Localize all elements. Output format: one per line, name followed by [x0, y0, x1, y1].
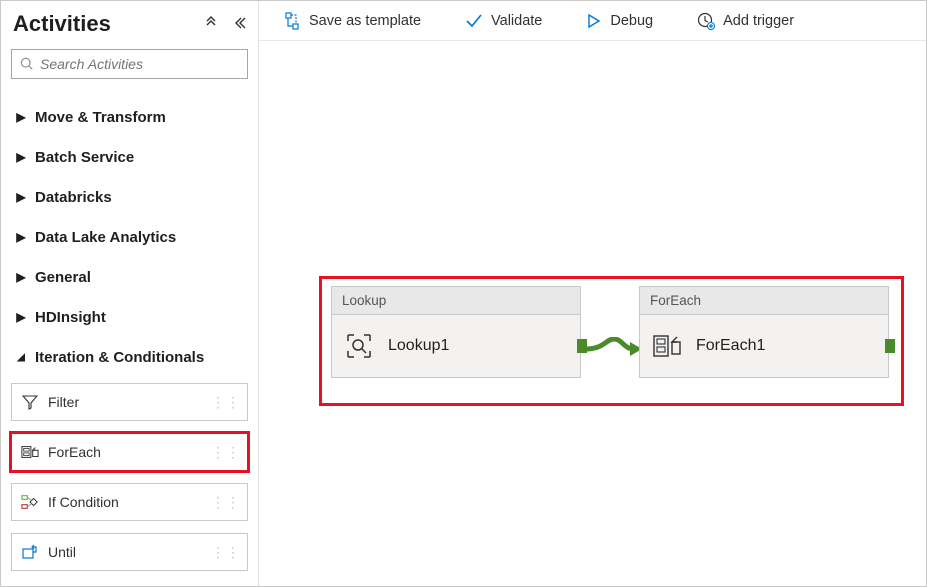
category-label: Data Lake Analytics — [35, 229, 176, 246]
drag-handle-icon: ⋮⋮ — [211, 494, 241, 511]
category-label: HDInsight — [35, 309, 106, 326]
drag-handle-icon: ⋮⋮ — [211, 444, 241, 461]
category-databricks[interactable]: ▶ Databricks — [11, 177, 248, 217]
main-area: Save as template Validate Debug Add trig… — [259, 1, 926, 586]
node-name: Lookup1 — [388, 337, 449, 355]
search-icon — [20, 57, 34, 71]
foreach-icon — [652, 333, 682, 359]
toolbar-label: Save as template — [309, 13, 421, 29]
caret-right-icon: ▶ — [11, 270, 31, 284]
toolbar-label: Debug — [610, 13, 653, 29]
category-move-transform[interactable]: ▶ Move & Transform — [11, 97, 248, 137]
lookup-icon — [344, 331, 374, 361]
category-iteration-conditionals[interactable]: ◢ Iteration & Conditionals — [11, 337, 248, 377]
node-foreach[interactable]: ForEach ForEach1 — [639, 286, 889, 378]
node-type-label: Lookup — [332, 287, 580, 315]
activity-filter[interactable]: Filter ⋮⋮ — [11, 383, 248, 421]
caret-right-icon: ▶ — [11, 150, 31, 164]
caret-down-icon: ◢ — [11, 352, 31, 363]
activity-until[interactable]: Until ⋮⋮ — [11, 533, 248, 571]
activity-label: Filter — [48, 394, 79, 410]
save-as-template-button[interactable]: Save as template — [283, 12, 421, 30]
filter-icon — [20, 394, 40, 410]
activity-label: ForEach — [48, 444, 101, 460]
check-icon — [465, 13, 483, 29]
activity-label: Until — [48, 544, 76, 560]
category-batch-service[interactable]: ▶ Batch Service — [11, 137, 248, 177]
debug-button[interactable]: Debug — [586, 13, 653, 29]
caret-right-icon: ▶ — [11, 190, 31, 204]
add-trigger-button[interactable]: Add trigger — [697, 12, 794, 30]
if-icon — [20, 494, 40, 510]
category-label: Move & Transform — [35, 109, 166, 126]
node-type-label: ForEach — [640, 287, 888, 315]
category-hdinsight[interactable]: ▶ HDInsight — [11, 297, 248, 337]
collapse-all-icon[interactable] — [204, 16, 218, 33]
activity-foreach[interactable]: ForEach ⋮⋮ — [11, 433, 248, 471]
pipeline-canvas[interactable]: Lookup Lookup1 ForEach ForEach1 — [259, 41, 926, 586]
activities-title: Activities — [13, 11, 111, 37]
toolbar-label: Add trigger — [723, 13, 794, 29]
activity-label: If Condition — [48, 494, 119, 510]
foreach-icon — [20, 444, 40, 460]
search-activities-input[interactable] — [11, 49, 248, 79]
category-label: General — [35, 269, 91, 286]
category-label: Batch Service — [35, 149, 134, 166]
template-icon — [283, 12, 301, 30]
category-label: Iteration & Conditionals — [35, 349, 204, 366]
collapse-panel-icon[interactable] — [232, 16, 246, 33]
category-label: Databricks — [35, 189, 112, 206]
activities-header: Activities — [11, 11, 248, 37]
activity-if-condition[interactable]: If Condition ⋮⋮ — [11, 483, 248, 521]
caret-right-icon: ▶ — [11, 230, 31, 244]
caret-right-icon: ▶ — [11, 310, 31, 324]
validate-button[interactable]: Validate — [465, 13, 542, 29]
play-icon — [586, 13, 602, 29]
toolbar-label: Validate — [491, 13, 542, 29]
search-field[interactable] — [40, 56, 239, 72]
caret-right-icon: ▶ — [11, 110, 31, 124]
pipeline-toolbar: Save as template Validate Debug Add trig… — [259, 1, 926, 41]
node-lookup[interactable]: Lookup Lookup1 — [331, 286, 581, 378]
add-trigger-icon — [697, 12, 715, 30]
drag-handle-icon: ⋮⋮ — [211, 544, 241, 561]
until-icon — [20, 544, 40, 560]
category-general[interactable]: ▶ General — [11, 257, 248, 297]
activities-panel: Activities ▶ Move & Transform ▶ Batch Se… — [1, 1, 259, 586]
output-port[interactable] — [885, 339, 895, 353]
connector-arrow — [584, 337, 644, 361]
node-name: ForEach1 — [696, 337, 765, 355]
drag-handle-icon: ⋮⋮ — [211, 394, 241, 411]
category-data-lake-analytics[interactable]: ▶ Data Lake Analytics — [11, 217, 248, 257]
